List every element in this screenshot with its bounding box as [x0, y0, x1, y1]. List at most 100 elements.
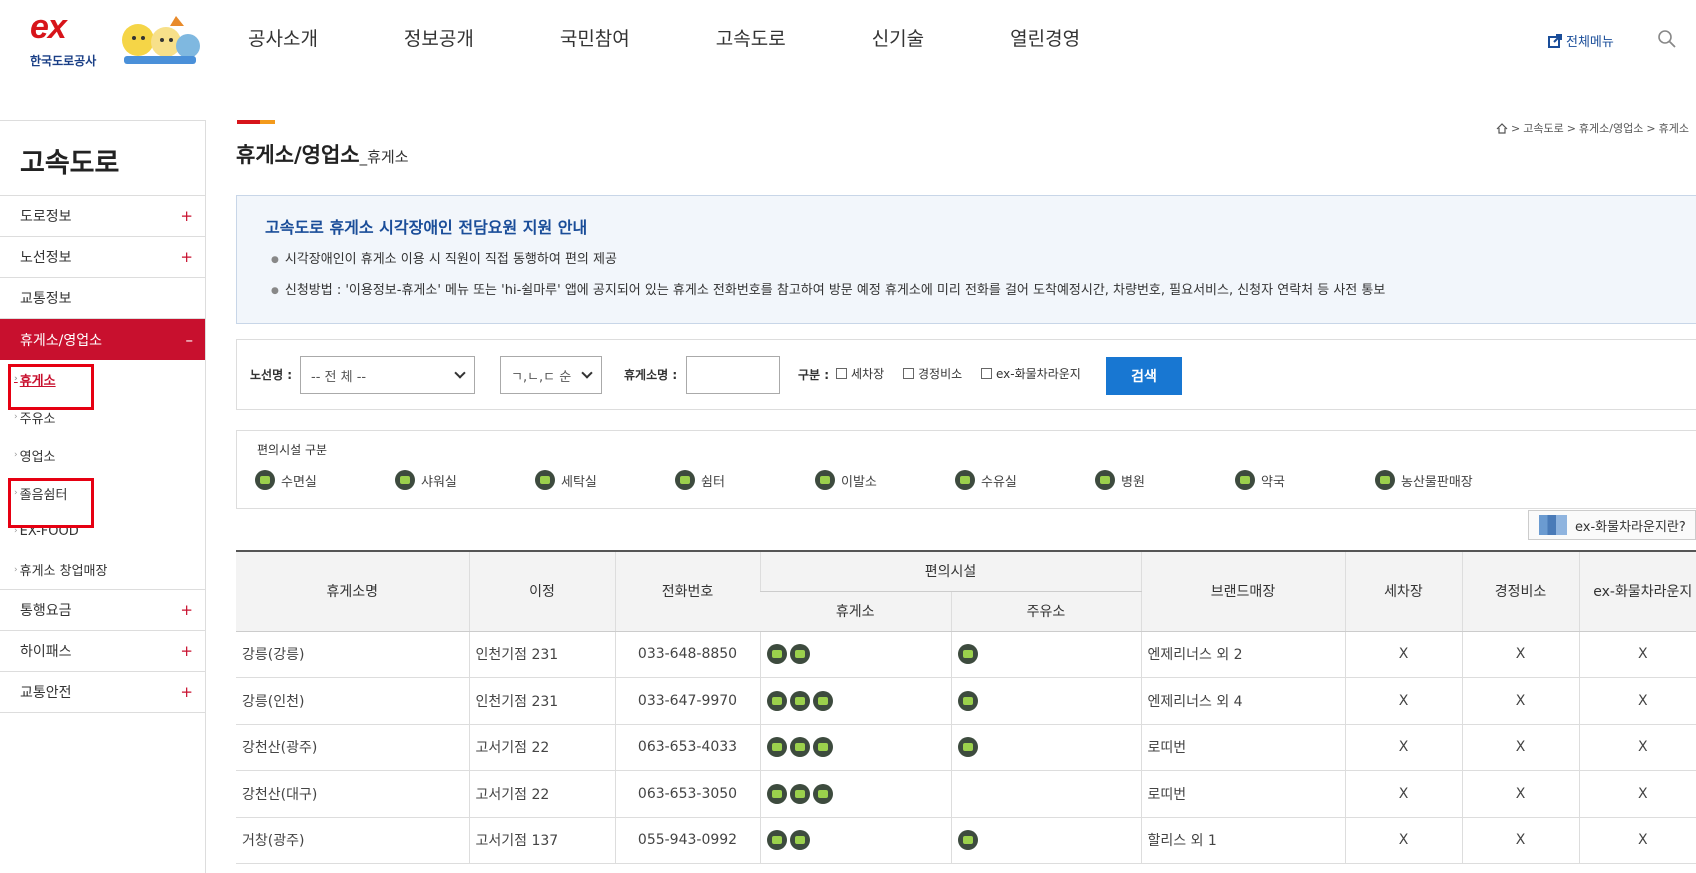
cargo-lounge-info-button[interactable]: ex-화물차라운지란? [1528, 510, 1696, 540]
col-header-facility-rest: 휴게소 [760, 591, 951, 632]
facility-laundry: 세탁실 [535, 470, 597, 490]
breadcrumb-item[interactable]: 휴게소/영업소 [1579, 120, 1643, 136]
cell-rest-facilities [759, 677, 951, 725]
type-label: 구분 : [798, 368, 830, 382]
left-nav-item-safety[interactable]: 교통안전 + [0, 672, 205, 713]
rest-area-table: 휴게소명 이정 전화번호 편의시설 브랜드매장 세차장 경정비소 ex-화물차라… [236, 550, 1696, 864]
cell-name: 거창(광주) [236, 817, 469, 864]
left-nav-item-label: 교통정보 [20, 291, 72, 307]
checkbox-icon [903, 368, 914, 379]
col-header-brand: 브랜드매장 [1140, 551, 1345, 632]
basket-icon [789, 783, 810, 804]
cell-wash: X [1344, 631, 1462, 678]
search-button[interactable]: 검색 [1106, 357, 1182, 395]
left-nav-item-rest-area-active[interactable]: 휴게소/영업소 – [0, 319, 205, 360]
facility-pharmacy: 약국 [1235, 470, 1285, 490]
cell-brand: 로띠번 [1140, 724, 1345, 771]
sub-nav-label: 영업소 [19, 449, 56, 465]
facility-label: 농산물판매장 [1401, 474, 1473, 490]
table-row[interactable]: 강릉(인천) 인천기점 231 033-647-9970 엔제리너스 외 4XXX [236, 677, 1696, 725]
col-header-repair: 경정비소 [1461, 551, 1579, 632]
cell-wash: X [1344, 817, 1462, 864]
check-repair[interactable]: 경정비소 [903, 365, 962, 382]
cell-repair: X [1461, 770, 1579, 818]
bench-icon [957, 690, 978, 711]
cell-wash: X [1344, 677, 1462, 725]
cell-phone: 033-647-9970 [614, 677, 760, 725]
table-row[interactable]: 거창(광주) 고서기점 137 055-943-0992 할리스 외 1XXX [236, 817, 1696, 864]
col-header-wash: 세차장 [1344, 551, 1462, 632]
cargo-lounge-info-label: ex-화물차라운지란? [1575, 519, 1686, 535]
sub-nav-startup-store[interactable]: › 휴게소 창업매장 [0, 550, 205, 590]
breadcrumb-item[interactable]: 휴게소 [1659, 120, 1689, 136]
col-header-facility: 편의시설 [759, 551, 1141, 592]
left-nav-title: 고속도로 [0, 120, 205, 196]
facility-label: 약국 [1261, 474, 1285, 490]
cell-wash: X [1344, 724, 1462, 771]
left-nav-item-toll[interactable]: 통행요금 + [0, 590, 205, 631]
table-row[interactable]: 강천산(광주) 고서기점 22 063-653-4033 로띠번 X X X [236, 724, 1696, 771]
caret-icon: › [14, 450, 18, 460]
logo-ex-text: ex [30, 8, 67, 46]
check-car-wash[interactable]: 세차장 [836, 365, 884, 382]
bench-icon [812, 737, 833, 758]
cell-rest-facilities [759, 770, 951, 818]
breadcrumb-sep: > [1646, 121, 1656, 135]
facility-farm-store: 농산물판매장 [1375, 470, 1473, 490]
plus-icon: + [180, 248, 193, 266]
cell-repair: X [1461, 817, 1579, 864]
gnb-item-expressway[interactable]: 고속도로 [716, 24, 786, 51]
gnb-item-newtech[interactable]: 신기술 [872, 24, 924, 51]
cell-brand: 할리스 외 1 [1140, 817, 1345, 864]
bottle-icon [766, 783, 787, 804]
cell-brand: 엔제리너스 외 4 [1140, 677, 1345, 725]
left-nav-item-label: 휴게소/영업소 [20, 332, 102, 349]
breadcrumb-item[interactable]: 고속도로 [1523, 120, 1563, 136]
facility-shower: 샤워실 [395, 470, 457, 490]
cell-name: 강천산(광주) [236, 724, 469, 771]
bench-icon [675, 470, 695, 490]
left-nav-item-hipass[interactable]: 하이패스 + [0, 631, 205, 672]
gnb-item-about[interactable]: 공사소개 [248, 24, 318, 51]
left-nav-item-traffic-info[interactable]: 교통정보 [0, 278, 205, 319]
chevron-down-icon [454, 367, 466, 379]
bench-icon [957, 737, 978, 758]
bottle-icon [766, 644, 787, 665]
gnb-item-management[interactable]: 열린경영 [1010, 24, 1080, 51]
rest-name-input[interactable] [686, 356, 780, 394]
cell-distance: 인천기점 231 [468, 677, 615, 725]
facility-label: 샤워실 [421, 474, 457, 490]
cell-phone: 055-943-0992 [614, 817, 760, 864]
facility-hospital: 병원 [1095, 470, 1145, 490]
all-menu-button[interactable]: 전체메뉴 [1548, 31, 1614, 50]
page: ex 한국도로공사 공사소개 정보공개 국민참여 고속도로 신기술 열린경영 전… [0, 0, 1696, 873]
cell-wash: X [1344, 770, 1462, 818]
cell-rest-facilities [759, 631, 951, 678]
cell-phone: 063-653-3050 [614, 770, 760, 818]
table-row[interactable]: 강천산(대구) 고서기점 22 063-653-3050 로띠번 X X X [236, 770, 1696, 818]
check-cargo-lounge[interactable]: ex-화물차라운지 [981, 365, 1081, 382]
search-icon[interactable] [1657, 29, 1677, 49]
sub-nav-tollgate[interactable]: › 영업소 [0, 436, 205, 474]
breadcrumb-sep: > [1566, 121, 1576, 135]
gnb-item-info[interactable]: 정보공개 [404, 24, 474, 51]
route-select[interactable]: -- 전 체 -- [300, 356, 475, 394]
checkbox-icon [836, 368, 847, 379]
order-select[interactable]: ㄱ,ㄴ,ㄷ 순 [500, 356, 602, 394]
cell-cargo: X [1578, 677, 1696, 725]
facility-shelter: 쉼터 [675, 470, 725, 490]
facility-label: 세탁실 [561, 474, 597, 490]
logo[interactable]: ex 한국도로공사 [24, 8, 200, 70]
logo-corp-text: 한국도로공사 [30, 54, 97, 68]
left-nav-item-route-info[interactable]: 노선정보 + [0, 237, 205, 278]
page-title: 휴게소/영업소_휴게소 [236, 139, 409, 169]
cell-gas-facilities [950, 724, 1141, 771]
left-nav-item-road-info[interactable]: 도로정보 + [0, 196, 205, 237]
facility-label: 수면실 [281, 474, 317, 490]
home-icon[interactable] [1496, 122, 1508, 134]
table-row[interactable]: 강릉(강릉) 인천기점 231 033-648-8850 엔제리너스 외 2XXX [236, 631, 1696, 678]
table-body: 강릉(강릉) 인천기점 231 033-648-8850 엔제리너스 외 2 X X X 강릉… [236, 631, 1696, 864]
basket-icon [789, 737, 810, 758]
pill-icon [1235, 470, 1255, 490]
gnb-item-participation[interactable]: 국민참여 [560, 24, 630, 51]
